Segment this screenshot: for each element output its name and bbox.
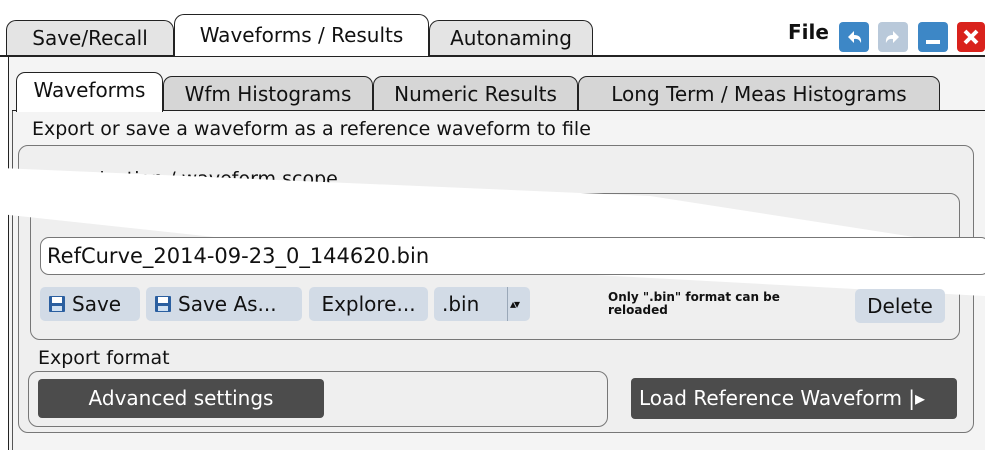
file-name-field[interactable]: RefCurve_2014-09-23_0_144620.bin: [40, 237, 985, 275]
format-select[interactable]: .bin ▴▾: [434, 287, 530, 321]
export-format-label: Export format: [38, 347, 170, 369]
save-as-button[interactable]: Save As...: [146, 287, 302, 321]
subtab-numeric-results[interactable]: Numeric Results: [373, 76, 578, 110]
save-button[interactable]: Save: [40, 287, 140, 321]
format-select-arrows-icon: ▴▾: [510, 297, 520, 311]
save-as-button-label: Save As...: [178, 292, 277, 316]
minimize-icon[interactable]: [918, 22, 948, 52]
save-disk-icon: [49, 296, 65, 312]
save-button-label: Save: [72, 292, 122, 316]
format-select-value: .bin: [442, 292, 480, 316]
scope-label: …lt selection / waveform scope: [40, 168, 338, 190]
redo-icon[interactable]: [878, 22, 908, 52]
subtab-wfm-histograms[interactable]: Wfm Histograms: [163, 76, 373, 110]
subtab-waveforms[interactable]: Waveforms: [16, 72, 163, 112]
tab-autonaming[interactable]: Autonaming: [429, 20, 593, 55]
tab-save-recall[interactable]: Save/Recall: [6, 20, 174, 55]
page-description: Export or save a waveform as a reference…: [32, 118, 591, 140]
undo-icon[interactable]: [839, 22, 869, 52]
close-icon[interactable]: [957, 22, 985, 52]
delete-button-label: Delete: [867, 294, 933, 318]
explore-button-label: Explore...: [321, 292, 416, 316]
load-reference-waveform-button[interactable]: Load Reference Waveform |▸: [631, 378, 957, 419]
subtab-long-term-meas-histograms[interactable]: Long Term / Meas Histograms: [578, 76, 940, 110]
reload-note: Only ".bin" format can be reloaded: [608, 290, 780, 317]
format-select-divider: [507, 287, 508, 321]
tab-waveforms-results[interactable]: Waveforms / Results: [174, 14, 429, 56]
delete-button[interactable]: Delete: [855, 289, 945, 323]
explore-button[interactable]: Explore...: [309, 287, 428, 321]
advanced-settings-button[interactable]: Advanced settings: [38, 379, 324, 418]
file-menu-label[interactable]: File: [788, 20, 829, 44]
save-as-disk-icon: [155, 296, 171, 312]
